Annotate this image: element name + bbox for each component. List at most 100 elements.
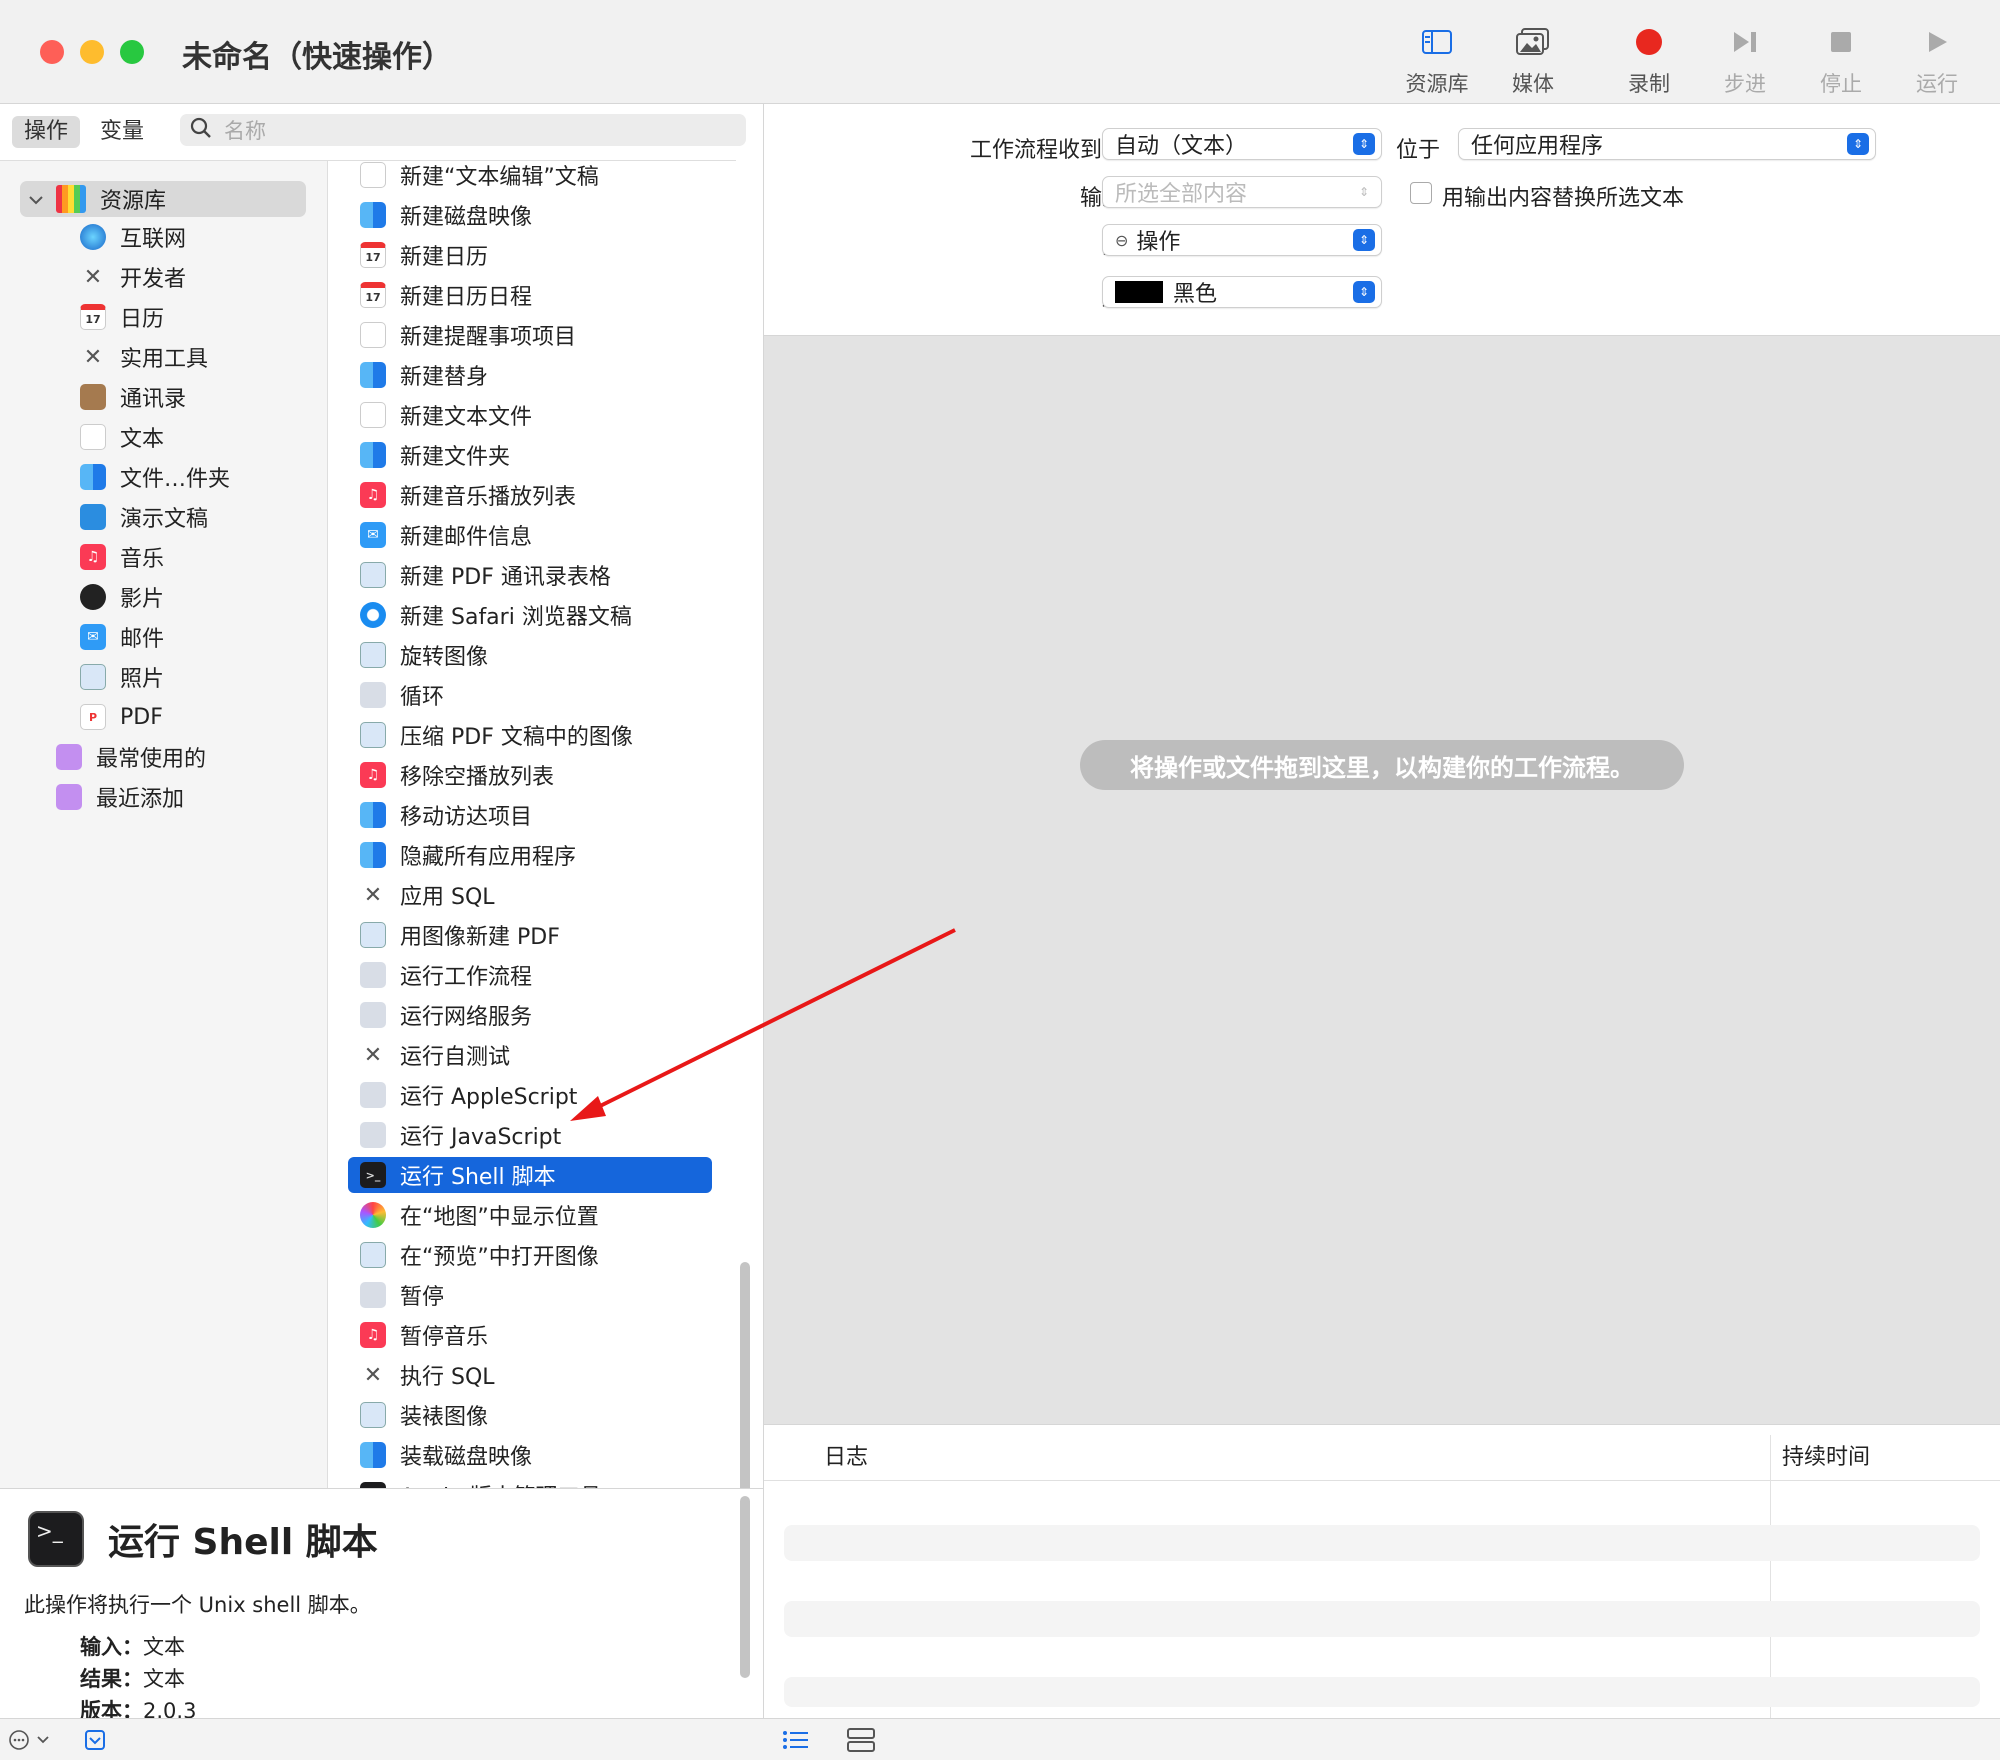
action-item-label: 运行自测试: [400, 1045, 511, 1070]
action-item[interactable]: ♫ 移除空播放列表: [348, 757, 712, 793]
stop-toolbar-button[interactable]: 停止: [1796, 22, 1886, 98]
action-item[interactable]: 在“地图”中显示位置: [348, 1197, 712, 1233]
tab-variables[interactable]: 变量: [88, 116, 156, 148]
close-window-button[interactable]: [40, 40, 64, 64]
mail-icon: ✉: [360, 522, 386, 548]
library-item[interactable]: 文本: [80, 419, 320, 455]
library-item[interactable]: ✕ 实用工具: [80, 339, 320, 375]
action-item[interactable]: 用图像新建 PDF: [348, 917, 712, 953]
action-item-label: 压缩 PDF 文稿中的图像: [400, 725, 633, 750]
split-view-icon[interactable]: [846, 1727, 876, 1757]
action-item[interactable]: 隐藏所有应用程序: [348, 837, 712, 873]
automator-icon: [360, 1002, 386, 1028]
action-item-label: 应用 SQL: [400, 885, 495, 910]
action-item[interactable]: 新建文本文件: [348, 397, 712, 433]
library-item-label: PDF: [120, 704, 163, 730]
library-item-label: 照片: [120, 667, 165, 692]
action-item[interactable]: 新建 Safari 浏览器文稿: [348, 597, 712, 633]
library-toolbar-button[interactable]: 资源库: [1392, 22, 1482, 98]
record-toolbar-button[interactable]: 录制: [1604, 22, 1694, 98]
action-item[interactable]: 循环: [348, 677, 712, 713]
workflow-drop-area[interactable]: 将操作或文件拖到这里，以构建你的工作流程。: [764, 336, 2000, 1424]
action-item[interactable]: ✕ 运行自测试: [348, 1037, 712, 1073]
action-item[interactable]: 压缩 PDF 文稿中的图像: [348, 717, 712, 753]
library-item-label: 文本: [120, 427, 165, 452]
library-item[interactable]: 演示文稿: [80, 499, 320, 535]
action-item-selected[interactable]: >_ 运行 Shell 脚本: [348, 1157, 712, 1193]
mail-icon: ✉: [80, 624, 106, 650]
music-icon: ♫: [360, 482, 386, 508]
music-icon: ♫: [80, 544, 106, 570]
tab-actions[interactable]: 操作: [12, 116, 81, 148]
library-item[interactable]: 照片: [80, 659, 320, 695]
library-item[interactable]: 文件…件夹: [80, 459, 320, 495]
log-column-header[interactable]: 日志: [824, 1439, 868, 1471]
library-item[interactable]: 17 日历: [80, 299, 320, 335]
action-item-label: 装裱图像: [400, 1405, 489, 1430]
receives-popup[interactable]: 自动（文本） ⇕: [1102, 128, 1382, 160]
log-row: [784, 1525, 1980, 1561]
library-item[interactable]: ✕ 开发者: [80, 259, 320, 295]
action-item[interactable]: 运行工作流程: [348, 957, 712, 993]
action-item[interactable]: ✕ 执行 SQL: [348, 1357, 712, 1393]
action-item[interactable]: 新建替身: [348, 357, 712, 393]
library-item[interactable]: P PDF: [80, 699, 320, 735]
action-item[interactable]: 装裱图像: [348, 1397, 712, 1433]
action-item[interactable]: ♫ 暂停音乐: [348, 1317, 712, 1353]
zoom-window-button[interactable]: [120, 40, 144, 64]
action-item[interactable]: ✉ 新建邮件信息: [348, 517, 712, 553]
calendar-icon: 17: [80, 304, 106, 330]
library-item[interactable]: ✉ 邮件: [80, 619, 320, 655]
media-label: 媒体: [1512, 72, 1554, 96]
action-item[interactable]: ✕ 应用 SQL: [348, 877, 712, 913]
description-toggle-icon[interactable]: [84, 1729, 106, 1755]
finder-icon: [360, 362, 386, 388]
action-menu-icon[interactable]: [8, 1729, 54, 1755]
action-item[interactable]: 17 新建日历: [348, 237, 712, 273]
action-item[interactable]: 运行网络服务: [348, 997, 712, 1033]
action-item[interactable]: 新建文件夹: [348, 437, 712, 473]
action-item[interactable]: ♫ 新建音乐播放列表: [348, 477, 712, 513]
action-item[interactable]: 新建 PDF 通讯录表格: [348, 557, 712, 593]
pane-tabs: 操作 变量: [12, 116, 156, 148]
minimize-window-button[interactable]: [80, 40, 104, 64]
action-item-label: 新建日历日程: [400, 285, 533, 310]
replace-text-label: 用输出内容替换所选文本: [1442, 186, 1685, 211]
action-item-label: 运行 AppleScript: [400, 1085, 578, 1110]
action-item[interactable]: 新建提醒事项项目: [348, 317, 712, 353]
action-item[interactable]: 旋转图像: [348, 637, 712, 673]
record-icon: [1604, 22, 1694, 62]
action-item[interactable]: 新建磁盘映像: [348, 197, 712, 233]
application-popup[interactable]: 任何应用程序 ⇕: [1458, 128, 1876, 160]
replace-text-checkbox[interactable]: [1410, 182, 1432, 204]
action-item[interactable]: 装载磁盘映像: [348, 1437, 712, 1473]
step-toolbar-button[interactable]: 步进: [1700, 22, 1790, 98]
smart-folder-item[interactable]: 最常使用的: [56, 739, 316, 775]
list-view-icon[interactable]: [782, 1729, 810, 1755]
action-item[interactable]: 运行 JavaScript: [348, 1117, 712, 1153]
library-root[interactable]: 资源库: [20, 181, 306, 217]
action-item[interactable]: 移动访达项目: [348, 797, 712, 833]
image-popup[interactable]: ⊖ 操作 ⇕: [1102, 224, 1382, 256]
smart-folder-item[interactable]: 最近添加: [56, 779, 316, 815]
search-input[interactable]: 名称: [180, 114, 746, 146]
action-item[interactable]: 暂停: [348, 1277, 712, 1313]
action-item[interactable]: 新建“文本编辑”文稿: [348, 161, 712, 193]
library-item[interactable]: 影片: [80, 579, 320, 615]
step-label: 步进: [1724, 72, 1766, 96]
color-popup[interactable]: 黑色 ⇕: [1102, 276, 1382, 308]
library-item[interactable]: 通讯录: [80, 379, 320, 415]
media-toolbar-button[interactable]: 媒体: [1488, 22, 1578, 98]
duration-column-header[interactable]: 持续时间: [1782, 1439, 1870, 1471]
description-scrollbar[interactable]: [740, 1496, 750, 1678]
library-item[interactable]: 互联网: [80, 219, 320, 255]
action-item[interactable]: 17 新建日历日程: [348, 277, 712, 313]
action-item[interactable]: 运行 AppleScript: [348, 1077, 712, 1113]
library-item[interactable]: ♫ 音乐: [80, 539, 320, 575]
run-toolbar-button[interactable]: 运行: [1892, 22, 1982, 98]
action-item[interactable]: >_Apple 版本管理工具: [348, 1477, 712, 1488]
tools-icon: ✕: [363, 1042, 383, 1068]
action-item[interactable]: 在“预览”中打开图像: [348, 1237, 712, 1273]
action-item-label: 新建 Safari 浏览器文稿: [400, 605, 632, 630]
finder-icon: [80, 464, 106, 490]
